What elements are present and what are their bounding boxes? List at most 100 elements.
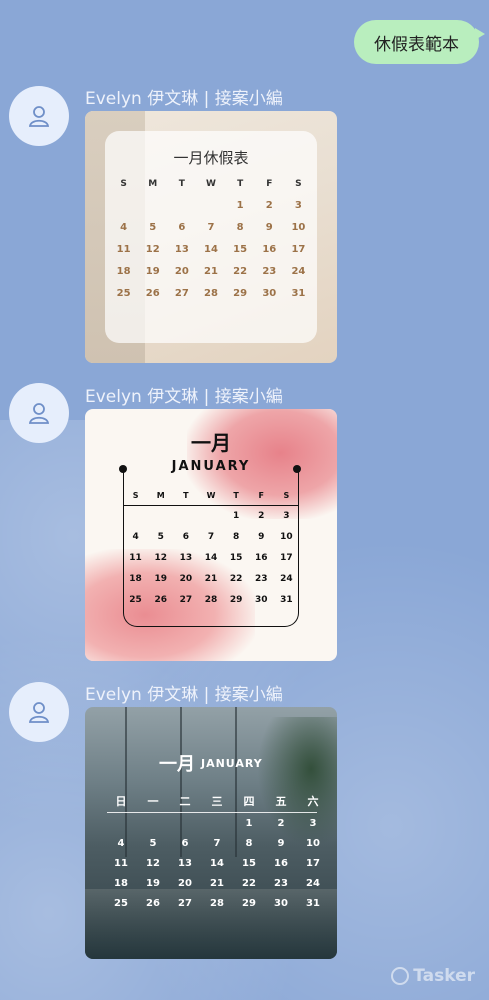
day-cell: 12	[145, 244, 160, 255]
day-cell: 15	[229, 553, 243, 563]
frame-dot	[293, 465, 301, 473]
day-cell	[148, 511, 173, 521]
day-cell: 27	[179, 595, 193, 605]
day-cell: 12	[154, 553, 167, 563]
day-cell: 27	[178, 898, 192, 909]
day-cell: 3	[294, 200, 302, 211]
day-cell: 20	[178, 878, 192, 889]
day-cell: 5	[157, 532, 164, 542]
day-cell: 15	[242, 858, 256, 869]
user-icon	[28, 702, 50, 723]
day-cell: 8	[233, 532, 240, 542]
day-cell: 12	[146, 858, 160, 869]
weekday-label: 日	[115, 795, 127, 808]
day-cell: 31	[280, 595, 293, 605]
weekday-label: 四	[243, 795, 255, 808]
day-cell: 2	[277, 818, 285, 829]
day-cell: 21	[210, 878, 224, 889]
day-cell	[167, 200, 196, 211]
day-cell: 3	[283, 511, 290, 521]
weekday-label: F	[266, 179, 273, 189]
day-cell: 31	[306, 898, 320, 909]
weekday-label: S	[132, 491, 139, 500]
day-cell	[137, 818, 169, 829]
calendar-subtitle: JANUARY	[201, 757, 263, 770]
day-cell: 10	[291, 222, 306, 233]
weekday-label: M	[148, 179, 158, 189]
day-cell	[173, 511, 198, 521]
day-cell: 21	[204, 574, 218, 584]
my-message-text: 休假表範本	[374, 34, 459, 55]
day-cell: 2	[258, 511, 265, 521]
day-cell: 6	[178, 222, 186, 233]
day-cell: 25	[116, 288, 131, 299]
day-cell: 31	[291, 288, 306, 299]
calendar-title: 一月	[191, 431, 231, 455]
my-message-bubble[interactable]: 休假表範本	[354, 20, 485, 64]
day-cell: 6	[181, 838, 189, 849]
sender-avatar[interactable]	[9, 682, 69, 742]
day-cell	[169, 818, 201, 829]
calendar-image-2[interactable]: 一月 JANUARY S M T W T F S 1 2 3 4 5 6 7 8…	[85, 409, 337, 661]
day-cell: 28	[204, 288, 218, 299]
day-cell: 2	[265, 200, 273, 211]
day-cell: 22	[229, 574, 243, 584]
tasker-logo-icon	[391, 967, 410, 985]
calendar-panel: 一月休假表 S M T W T F S 1 2 3 4 5 6 7 8 9 10…	[105, 131, 317, 343]
weekday-label: 五	[275, 795, 287, 808]
day-cell: 22	[242, 878, 256, 889]
day-cell: 10	[306, 838, 320, 849]
day-cell: 14	[210, 858, 224, 869]
day-cell: 8	[245, 838, 253, 849]
day-cell: 17	[280, 553, 293, 563]
day-cell: 8	[236, 222, 244, 233]
day-cell: 1	[236, 200, 244, 211]
day-cell: 1	[233, 511, 240, 521]
day-cell: 6	[182, 532, 189, 542]
day-cell: 17	[291, 244, 306, 255]
watermark-text: Tasker	[413, 966, 475, 986]
day-cell: 18	[114, 878, 128, 889]
calendar-image-1[interactable]: 一月休假表 S M T W T F S 1 2 3 4 5 6 7 8 9 10…	[85, 111, 337, 363]
day-cell: 7	[207, 532, 215, 542]
day-cell: 24	[280, 574, 293, 584]
weekday-label: S	[120, 179, 127, 189]
day-cell: 26	[154, 595, 167, 605]
calendar-image-3[interactable]: 一月 JANUARY 日 一 二 三 四 五 六 1 2 3 4 5 6 7 8…	[85, 707, 337, 959]
weekday-label: 二	[179, 795, 191, 808]
day-cell: 11	[129, 553, 142, 563]
day-cell: 19	[145, 266, 160, 277]
day-cell: 29	[233, 288, 248, 299]
day-cell: 25	[114, 898, 128, 909]
day-cell	[196, 200, 225, 211]
day-cell: 4	[117, 838, 125, 849]
day-cell: 9	[258, 532, 265, 542]
day-cell: 13	[178, 858, 192, 869]
day-cell	[201, 818, 233, 829]
day-cell: 26	[146, 898, 160, 909]
day-cell: 23	[274, 878, 288, 889]
day-cell: 29	[242, 898, 256, 909]
weekday-label: S	[283, 491, 290, 500]
day-cell	[109, 200, 138, 211]
weekday-label: F	[258, 491, 264, 500]
day-cell: 17	[306, 858, 320, 869]
sender-avatar[interactable]	[9, 86, 69, 146]
day-cell: 30	[262, 288, 277, 299]
day-cell: 7	[207, 222, 215, 233]
user-icon	[28, 403, 50, 424]
weekday-label: M	[156, 491, 165, 500]
day-cell: 14	[204, 553, 218, 563]
day-cell	[138, 200, 167, 211]
day-cell: 20	[174, 266, 189, 277]
watermark: Tasker	[391, 966, 475, 986]
day-cell: 20	[179, 574, 193, 584]
frame-dot	[119, 465, 127, 473]
day-cell: 9	[265, 222, 273, 233]
day-cell: 15	[233, 244, 248, 255]
weekday-label: T	[237, 179, 244, 189]
day-cell: 3	[309, 818, 317, 829]
sender-avatar[interactable]	[9, 383, 69, 443]
day-cell: 4	[120, 222, 128, 233]
day-cell: 18	[129, 574, 142, 584]
